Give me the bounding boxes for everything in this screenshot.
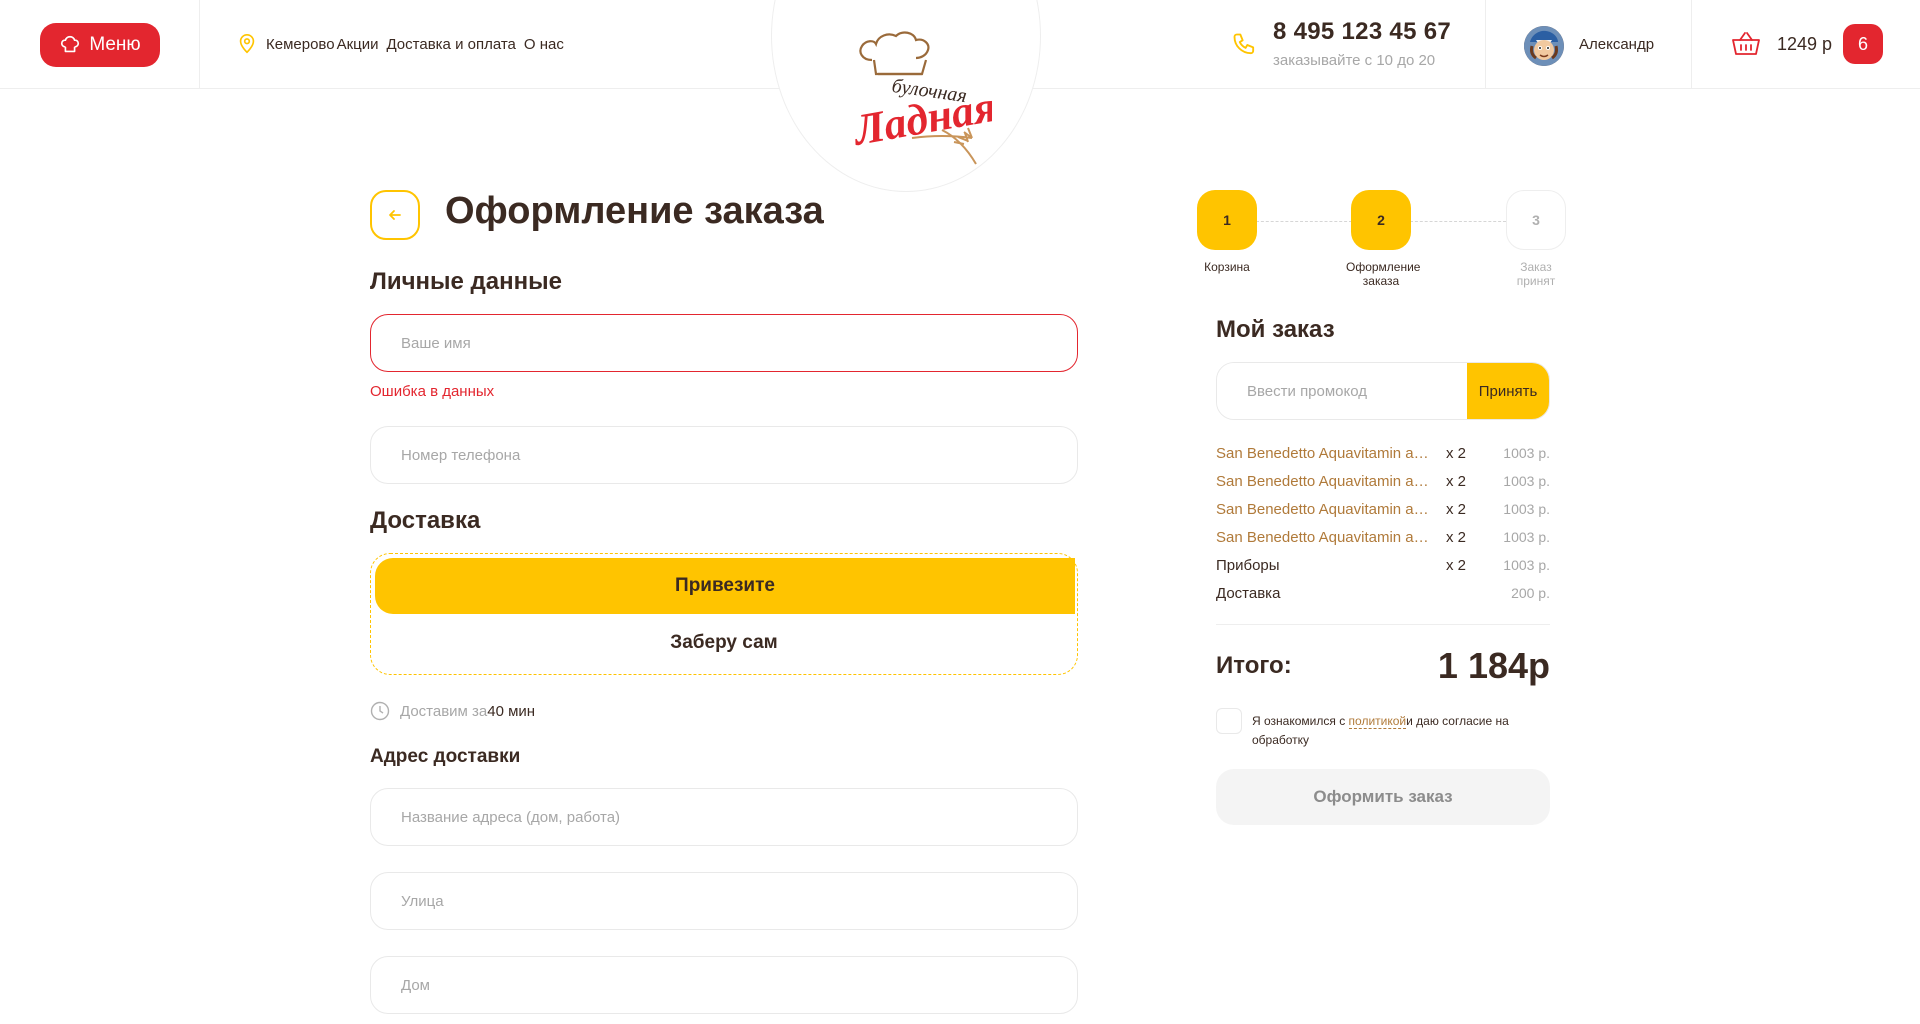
delivery-title: Доставка bbox=[370, 507, 481, 534]
bakery-logo[interactable]: булочная Ладная bbox=[822, 18, 992, 170]
order-item-qty: х 2 bbox=[1446, 529, 1467, 546]
clock-icon bbox=[370, 701, 390, 721]
step-2-label: Оформление заказа bbox=[1346, 260, 1421, 288]
step-3: 3 bbox=[1506, 190, 1566, 250]
personal-data-title: Личные данные bbox=[370, 268, 562, 295]
cart-sum[interactable]: 1249 р bbox=[1777, 34, 1832, 55]
step-2: 2 bbox=[1351, 190, 1411, 250]
phone-input[interactable] bbox=[370, 426, 1078, 484]
checkout-page: Меню Кемерово Акции Доставка и оплата О … bbox=[0, 0, 1920, 1024]
order-item-name[interactable]: San Benedetto Aquavitamin antiox bbox=[1216, 473, 1436, 490]
delivery-type-toggle: Привезите Заберу сам bbox=[370, 553, 1078, 675]
delivery-eta: Доставим за 40 мин bbox=[370, 701, 535, 721]
phone-number[interactable]: 8 495 123 45 67 bbox=[1273, 18, 1451, 46]
page-title: Оформление заказа bbox=[445, 190, 824, 232]
order-item: San Benedetto Aquavitamin antiox х 2 100… bbox=[1216, 473, 1550, 493]
delivery-option-pickup[interactable]: Заберу сам bbox=[375, 615, 1073, 671]
promo-apply-button[interactable]: Принять bbox=[1467, 363, 1549, 419]
order-item-qty: х 2 bbox=[1446, 473, 1467, 490]
consent-checkbox[interactable] bbox=[1216, 708, 1242, 734]
privacy-policy-link[interactable]: политикой bbox=[1348, 714, 1407, 729]
nav-link-about[interactable]: О нас bbox=[524, 36, 564, 53]
delivery-option-courier[interactable]: Привезите bbox=[375, 558, 1075, 614]
order-item-qty: х 2 bbox=[1446, 501, 1467, 518]
chef-hat-icon bbox=[61, 35, 80, 53]
total-label: Итого: bbox=[1216, 652, 1292, 679]
order-item-price: 1003 р. bbox=[1503, 529, 1550, 545]
nav-link-delivery[interactable]: Доставка и оплата bbox=[386, 36, 515, 53]
step-1: 1 bbox=[1197, 190, 1257, 250]
menu-button[interactable]: Меню bbox=[40, 23, 160, 67]
my-order-title: Мой заказ bbox=[1216, 316, 1335, 343]
eta-label: Доставим за bbox=[400, 702, 488, 720]
divider bbox=[1691, 0, 1692, 89]
order-item-price: 1003 р. bbox=[1503, 557, 1550, 573]
order-item-price: 1003 р. bbox=[1503, 501, 1550, 517]
divider bbox=[199, 0, 200, 89]
divider bbox=[1216, 624, 1550, 625]
consent-text-before: Я ознакомился с bbox=[1252, 714, 1349, 728]
back-button[interactable] bbox=[370, 190, 420, 240]
order-item-name[interactable]: San Benedetto Aquavitamin antiox bbox=[1216, 445, 1436, 462]
total-value: 1 184р bbox=[1437, 645, 1550, 686]
consent-text: Я ознакомился с политикойи даю согласие … bbox=[1252, 712, 1552, 750]
promo-code-group: Принять bbox=[1216, 362, 1550, 420]
order-item-price: 200 р. bbox=[1511, 585, 1550, 601]
phone-hours: заказывайте с 10 до 20 bbox=[1273, 52, 1436, 69]
divider bbox=[1485, 0, 1486, 89]
cart-count-badge[interactable]: 6 bbox=[1843, 24, 1883, 64]
address-title: Адрес доставки bbox=[370, 746, 521, 767]
order-item-name: Доставка bbox=[1216, 585, 1281, 602]
avatar[interactable] bbox=[1524, 26, 1564, 66]
name-input[interactable] bbox=[370, 314, 1078, 372]
step-connector bbox=[1410, 221, 1506, 222]
address-name-input[interactable] bbox=[370, 788, 1078, 846]
step-connector bbox=[1256, 221, 1352, 222]
order-item-delivery: Доставка 200 р. bbox=[1216, 585, 1550, 605]
submit-order-button[interactable]: Оформить заказ bbox=[1216, 769, 1550, 825]
arrow-left-icon bbox=[389, 210, 401, 220]
eta-value: 40 мин bbox=[487, 702, 536, 720]
location-pin-icon bbox=[239, 34, 255, 54]
step-1-label: Корзина bbox=[1204, 260, 1250, 274]
promo-code-input[interactable] bbox=[1217, 363, 1469, 419]
phone-icon bbox=[1233, 33, 1255, 55]
order-item-cutlery: Приборы х 2 1003 р. bbox=[1216, 557, 1550, 577]
street-input[interactable] bbox=[370, 872, 1078, 930]
order-item-name[interactable]: San Benedetto Aquavitamin antiox bbox=[1216, 529, 1436, 546]
nav-link-promotions[interactable]: Акции bbox=[337, 36, 379, 53]
name-error-message: Ошибка в данных bbox=[370, 383, 495, 400]
user-name[interactable]: Александр bbox=[1579, 36, 1654, 53]
order-item: San Benedetto Aquavitamin antiox х 2 100… bbox=[1216, 529, 1550, 549]
step-3-label: Заказ принят bbox=[1516, 260, 1556, 288]
cart-icon[interactable] bbox=[1730, 28, 1762, 60]
city-selector[interactable]: Кемерово bbox=[266, 36, 335, 53]
order-item-price: 1003 р. bbox=[1503, 473, 1550, 489]
top-nav: Кемерово Акции Доставка и оплата О нас bbox=[236, 33, 572, 55]
order-item-price: 1003 р. bbox=[1503, 445, 1550, 461]
order-item-name[interactable]: San Benedetto Aquavitamin antiox bbox=[1216, 501, 1436, 518]
order-item-qty: х 2 bbox=[1446, 557, 1467, 574]
order-item: San Benedetto Aquavitamin antiox х 2 100… bbox=[1216, 445, 1550, 465]
user-avatar-icon bbox=[1524, 26, 1564, 66]
order-item-name: Приборы bbox=[1216, 557, 1280, 574]
house-input[interactable] bbox=[370, 956, 1078, 1014]
menu-label: Меню bbox=[89, 34, 141, 55]
order-item: San Benedetto Aquavitamin antiox х 2 100… bbox=[1216, 501, 1550, 521]
order-item-qty: х 2 bbox=[1446, 445, 1467, 462]
